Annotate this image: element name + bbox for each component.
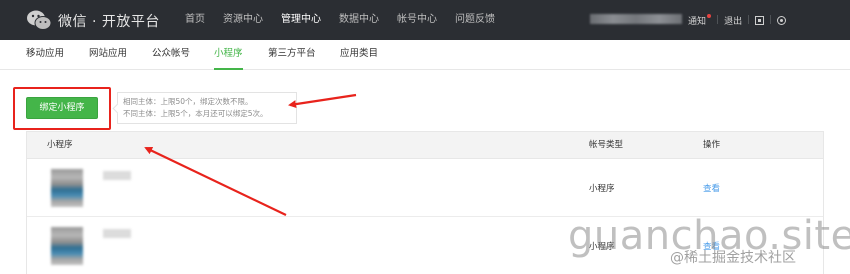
gear-icon[interactable] bbox=[777, 15, 787, 25]
notify-dot-icon bbox=[707, 13, 712, 18]
sub-tabs: 移动应用 网站应用 公众帐号 小程序 第三方平台 应用类目 bbox=[0, 40, 850, 70]
divider: | bbox=[716, 15, 720, 25]
column-header-account-type: 帐号类型 bbox=[589, 140, 624, 150]
mini-program-avatar-blurred bbox=[51, 227, 83, 265]
juejin-watermark: @稀土掘金技术社区 bbox=[670, 250, 796, 266]
table-row: 小程序 查看 bbox=[27, 160, 823, 217]
mini-program-avatar-blurred bbox=[51, 169, 83, 207]
wechat-logo-icon[interactable] bbox=[26, 9, 52, 31]
nav-item-resources[interactable]: 资源中心 bbox=[214, 0, 272, 40]
tip-caret bbox=[112, 103, 123, 114]
tab-web-apps[interactable]: 网站应用 bbox=[89, 40, 127, 70]
qr-code-icon[interactable] bbox=[755, 15, 765, 25]
divider: | bbox=[747, 15, 751, 25]
tip-line-different-entity: 不同主体：上限5个，本月还可以绑定5次。 bbox=[123, 109, 268, 118]
nav-item-management[interactable]: 管理中心 bbox=[272, 0, 330, 40]
tab-official-accounts[interactable]: 公众帐号 bbox=[152, 40, 190, 70]
tab-mobile-apps[interactable]: 移动应用 bbox=[26, 40, 64, 70]
main-nav: 首页 资源中心 管理中心 数据中心 帐号中心 问题反馈 bbox=[176, 0, 504, 40]
bind-mini-program-button[interactable]: 绑定小程序 bbox=[26, 97, 98, 119]
mini-program-name-blurred bbox=[103, 229, 131, 238]
mini-program-name-blurred bbox=[103, 171, 131, 180]
account-type-cell: 小程序 bbox=[589, 184, 615, 194]
nav-item-data[interactable]: 数据中心 bbox=[330, 0, 388, 40]
page: 微信 · 开放平台 首页 资源中心 管理中心 数据中心 帐号中心 问题反馈 通知… bbox=[0, 0, 850, 274]
tip-line-same-entity: 相同主体：上限50个，绑定次数不限。 bbox=[123, 97, 253, 106]
tab-mini-programs[interactable]: 小程序 bbox=[214, 40, 243, 70]
nav-item-feedback[interactable]: 问题反馈 bbox=[446, 0, 504, 40]
tab-app-categories[interactable]: 应用类目 bbox=[340, 40, 378, 70]
divider: | bbox=[769, 15, 773, 25]
bind-limit-tip: 相同主体：上限50个，绑定次数不限。 不同主体：上限5个，本月还可以绑定5次。 bbox=[112, 92, 297, 124]
user-account-name-blurred[interactable] bbox=[590, 14, 682, 24]
brand-title[interactable]: 微信 · 开放平台 bbox=[58, 11, 160, 31]
tab-third-party-platform[interactable]: 第三方平台 bbox=[268, 40, 316, 70]
logout-link[interactable]: 退出 bbox=[724, 14, 742, 27]
nav-item-home[interactable]: 首页 bbox=[176, 0, 214, 40]
notify-link[interactable]: 通知 bbox=[688, 13, 712, 27]
annotation-arrow-to-tip bbox=[288, 93, 357, 109]
column-header-mini-program: 小程序 bbox=[47, 140, 73, 150]
top-right-actions: 通知 | 退出 | | bbox=[688, 0, 787, 40]
view-link[interactable]: 查看 bbox=[703, 182, 720, 194]
column-header-actions: 操作 bbox=[703, 140, 721, 150]
top-nav-bar: 微信 · 开放平台 首页 资源中心 管理中心 数据中心 帐号中心 问题反馈 通知… bbox=[0, 0, 850, 40]
notify-label: 通知 bbox=[688, 16, 707, 27]
table-header: 小程序 帐号类型 操作 bbox=[27, 132, 823, 159]
nav-item-account[interactable]: 帐号中心 bbox=[388, 0, 446, 40]
